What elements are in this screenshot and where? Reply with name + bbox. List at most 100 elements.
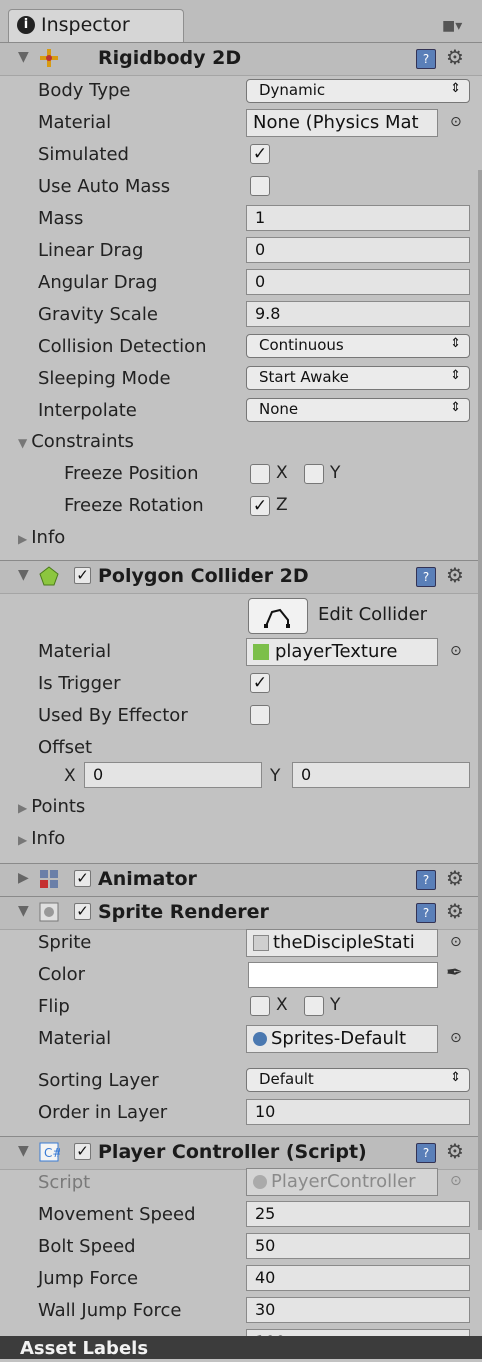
polygon-collider-header[interactable]: ▼ ✓ Polygon Collider 2D ? ⚙ <box>0 560 482 594</box>
script-value: PlayerController <box>271 1171 416 1192</box>
object-picker-icon[interactable]: ⊙ <box>450 1030 462 1046</box>
object-picker-icon[interactable]: ⊙ <box>450 114 462 130</box>
collider-material-field[interactable]: playerTexture <box>246 638 438 666</box>
rigidbody-header[interactable]: ▼ Rigidbody 2D ? ⚙ <box>0 42 482 76</box>
mass-input[interactable]: 1 <box>246 205 470 231</box>
foldout-open-icon: ▼ <box>18 436 28 450</box>
material-field[interactable]: None (Physics Mat <box>246 109 438 137</box>
foldout-arrow-icon[interactable]: ▼ <box>18 49 29 65</box>
edit-collider-button[interactable] <box>248 598 308 634</box>
foldout-arrow-icon[interactable]: ▼ <box>18 567 29 583</box>
info-label: Info <box>31 828 66 849</box>
sprite-field[interactable]: theDiscipleStati <box>246 929 438 957</box>
angular-drag-input[interactable]: 0 <box>246 269 470 295</box>
offset-y-input[interactable]: 0 <box>292 762 470 788</box>
sorting-layer-label: Sorting Layer <box>38 1070 159 1091</box>
enabled-checkbox[interactable]: ✓ <box>74 1143 91 1160</box>
use-auto-mass-checkbox[interactable] <box>250 176 270 196</box>
help-book-icon[interactable]: ? <box>416 870 436 890</box>
sprite-material-field[interactable]: Sprites-Default <box>246 1025 438 1053</box>
order-in-layer-input[interactable]: 10 <box>246 1099 470 1125</box>
foldout-closed-icon: ▶ <box>18 532 28 546</box>
dropdown-arrow-icon: ⇕ <box>450 1070 461 1085</box>
polygon-collider-icon <box>38 565 60 587</box>
gear-icon[interactable]: ⚙ <box>446 563 464 587</box>
object-picker-icon: ⊙ <box>450 1173 462 1189</box>
flip-y-checkbox[interactable] <box>304 996 324 1016</box>
simulated-label: Simulated <box>38 144 129 165</box>
interpolate-label: Interpolate <box>38 400 137 421</box>
help-book-icon[interactable]: ? <box>416 903 436 923</box>
rigidbody-info-foldout[interactable]: ▶ Info <box>18 527 65 548</box>
gear-icon[interactable]: ⚙ <box>446 899 464 923</box>
component-title: Sprite Renderer <box>98 901 269 923</box>
enabled-checkbox[interactable]: ✓ <box>74 903 91 920</box>
scrollbar[interactable] <box>478 170 482 1230</box>
freeze-rotation-z-checkbox[interactable]: ✓ <box>250 496 270 516</box>
used-by-effector-label: Used By Effector <box>38 705 188 726</box>
jump-force-label: Jump Force <box>38 1268 139 1289</box>
use-auto-mass-label: Use Auto Mass <box>38 176 171 197</box>
gravity-scale-input[interactable]: 9.8 <box>246 301 470 327</box>
collision-detection-dropdown[interactable]: Continuous ⇕ <box>246 334 470 358</box>
foldout-closed-icon[interactable]: ▶ <box>18 870 29 886</box>
color-swatch[interactable] <box>248 962 438 988</box>
flip-x-label: X <box>276 995 288 1015</box>
foldout-arrow-icon[interactable]: ▼ <box>18 903 29 919</box>
freeze-rotation-z-label: Z <box>276 495 288 515</box>
bolt-speed-input[interactable]: 50 <box>246 1233 470 1259</box>
flip-x-checkbox[interactable] <box>250 996 270 1016</box>
info-label: Info <box>31 527 66 548</box>
gravity-scale-label: Gravity Scale <box>38 304 158 325</box>
offset-x-input[interactable]: 0 <box>84 762 262 788</box>
player-controller-header[interactable]: ▼ C# ✓ Player Controller (Script) ? ⚙ <box>0 1136 482 1170</box>
flip-y-label: Y <box>330 995 341 1015</box>
wall-jump-force-input[interactable]: 30 <box>246 1297 470 1323</box>
body-type-value: Dynamic <box>259 81 326 99</box>
physics-material-icon <box>253 644 269 660</box>
points-foldout[interactable]: ▶ Points <box>18 796 85 817</box>
used-by-effector-checkbox[interactable] <box>250 705 270 725</box>
sprite-renderer-header[interactable]: ▼ ✓ Sprite Renderer ? ⚙ <box>0 896 482 930</box>
help-book-icon[interactable]: ? <box>416 49 436 69</box>
linear-drag-input[interactable]: 0 <box>246 237 470 263</box>
freeze-position-y-checkbox[interactable] <box>304 464 324 484</box>
jump-force-input[interactable]: 40 <box>246 1265 470 1291</box>
material-sphere-icon <box>253 1032 267 1046</box>
simulated-checkbox[interactable]: ✓ <box>250 144 270 164</box>
gear-icon[interactable]: ⚙ <box>446 866 464 890</box>
eyedropper-icon[interactable]: ✒ <box>446 960 463 984</box>
freeze-position-y-label: Y <box>330 463 341 483</box>
points-label: Points <box>31 796 86 817</box>
offset-label: Offset <box>38 737 93 758</box>
asset-labels-bar[interactable]: Asset Labels <box>0 1336 482 1359</box>
interpolate-dropdown[interactable]: None ⇕ <box>246 398 470 422</box>
tab-inspector[interactable]: i Inspector <box>8 9 184 42</box>
gear-icon[interactable]: ⚙ <box>446 1139 464 1163</box>
sprite-value: theDiscipleStati <box>273 932 415 953</box>
tab-bar: i Inspector ■▾ <box>0 0 482 42</box>
wall-jump-force-label: Wall Jump Force <box>38 1300 182 1321</box>
info-icon: i <box>17 16 35 34</box>
enabled-checkbox[interactable]: ✓ <box>74 567 91 584</box>
object-picker-icon[interactable]: ⊙ <box>450 934 462 950</box>
component-title: Player Controller (Script) <box>98 1141 367 1163</box>
animator-header[interactable]: ▶ ✓ Animator ? ⚙ <box>0 863 482 897</box>
movement-speed-input[interactable]: 25 <box>246 1201 470 1227</box>
sorting-layer-dropdown[interactable]: Default ⇕ <box>246 1068 470 1092</box>
collider-material-label: Material <box>38 641 112 662</box>
collider-info-foldout[interactable]: ▶ Info <box>18 828 65 849</box>
enabled-checkbox[interactable]: ✓ <box>74 870 91 887</box>
constraints-foldout[interactable]: ▼ Constraints <box>18 431 134 452</box>
freeze-position-x-checkbox[interactable] <box>250 464 270 484</box>
lock-icon[interactable]: ■▾ <box>442 18 462 34</box>
help-book-icon[interactable]: ? <box>416 567 436 587</box>
body-type-dropdown[interactable]: Dynamic ⇕ <box>246 79 470 103</box>
is-trigger-checkbox[interactable]: ✓ <box>250 673 270 693</box>
sleeping-mode-label: Sleeping Mode <box>38 368 171 389</box>
object-picker-icon[interactable]: ⊙ <box>450 643 462 659</box>
sleeping-mode-dropdown[interactable]: Start Awake ⇕ <box>246 366 470 390</box>
gear-icon[interactable]: ⚙ <box>446 45 464 69</box>
foldout-arrow-icon[interactable]: ▼ <box>18 1143 29 1159</box>
help-book-icon[interactable]: ? <box>416 1143 436 1163</box>
